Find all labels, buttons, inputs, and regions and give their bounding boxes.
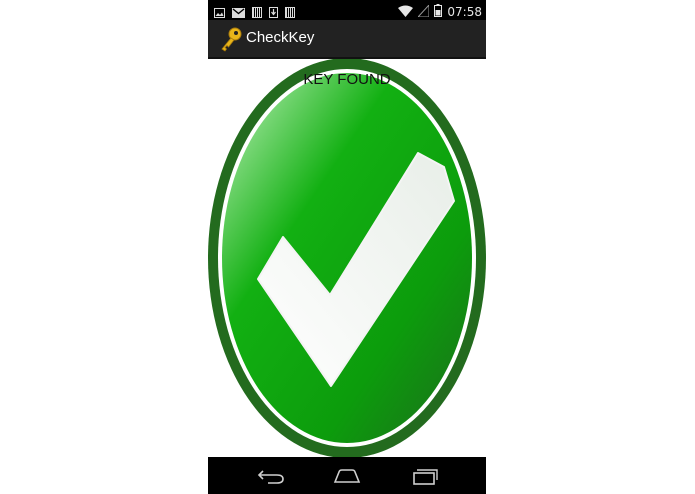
recent-apps-button[interactable] bbox=[405, 463, 445, 489]
system-icons: 07:58 bbox=[398, 2, 482, 21]
navigation-bar bbox=[208, 457, 486, 494]
wifi-icon bbox=[398, 2, 414, 21]
status-time: 07:58 bbox=[447, 4, 482, 19]
action-bar: CheckKey bbox=[208, 20, 486, 59]
battery-icon bbox=[434, 2, 443, 21]
no-signal-icon bbox=[417, 2, 430, 21]
status-bar: 07:58 bbox=[208, 0, 486, 20]
home-button[interactable] bbox=[327, 463, 367, 489]
phone-screen: 07:58 CheckKey KEY FOUND bbox=[208, 0, 486, 494]
app-title: CheckKey bbox=[246, 29, 315, 46]
back-icon bbox=[257, 470, 284, 484]
green-checkmark-icon bbox=[208, 59, 486, 457]
back-button[interactable] bbox=[251, 463, 291, 489]
home-icon bbox=[333, 469, 361, 483]
result-text: KEY FOUND bbox=[303, 71, 391, 88]
key-icon[interactable] bbox=[218, 26, 244, 52]
recent-apps-icon bbox=[413, 469, 438, 485]
content-area: KEY FOUND bbox=[208, 59, 486, 457]
